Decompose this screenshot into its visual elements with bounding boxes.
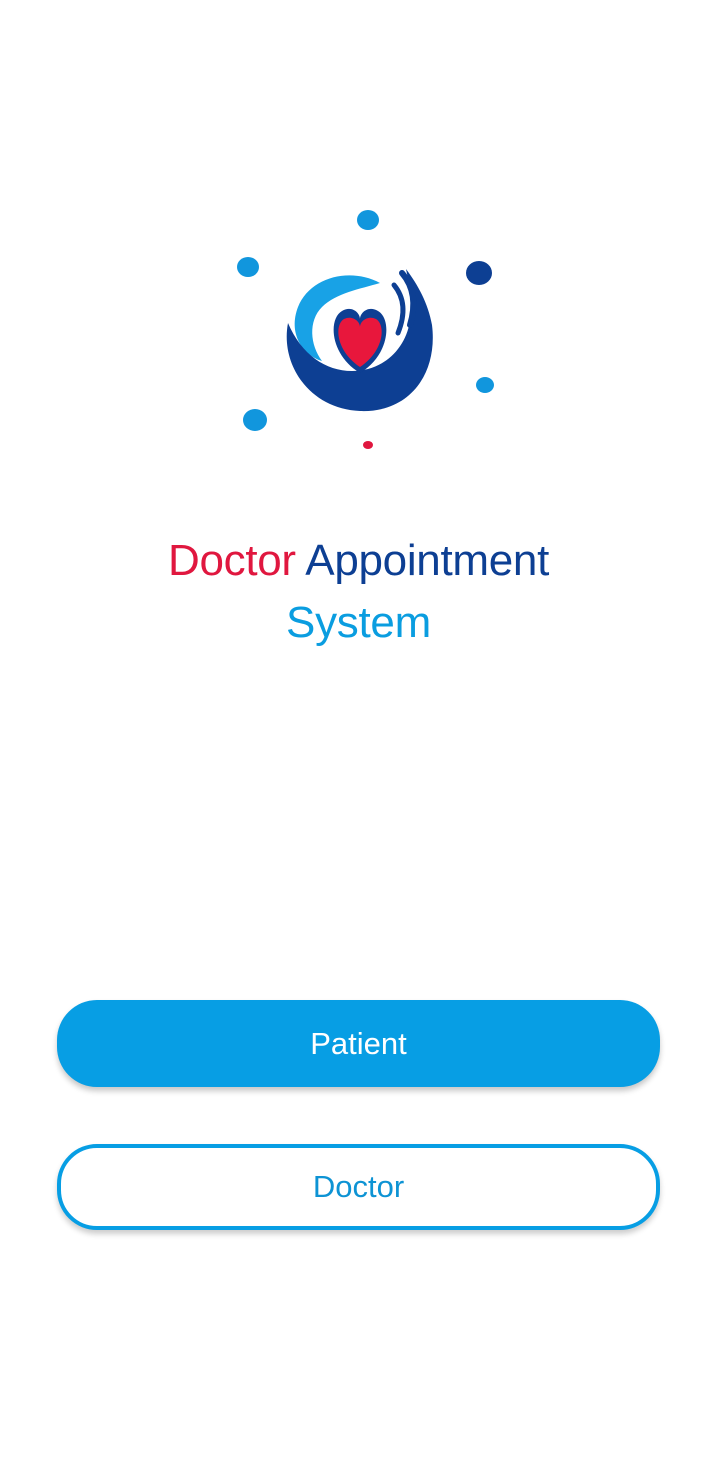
app-logo xyxy=(220,195,500,465)
patient-button-label: Patient xyxy=(310,1025,407,1061)
title-word-system: System xyxy=(286,598,431,647)
patient-button[interactable]: Patient xyxy=(57,1000,660,1087)
doctor-button[interactable]: Doctor xyxy=(57,1144,660,1230)
hand-holding-heart-icon xyxy=(237,210,494,449)
title-word-appointment: Appointment xyxy=(305,536,550,585)
app-title: Doctor Appointment System xyxy=(0,530,717,654)
doctor-button-label: Doctor xyxy=(312,1169,405,1204)
title-word-doctor: Doctor xyxy=(167,536,296,585)
